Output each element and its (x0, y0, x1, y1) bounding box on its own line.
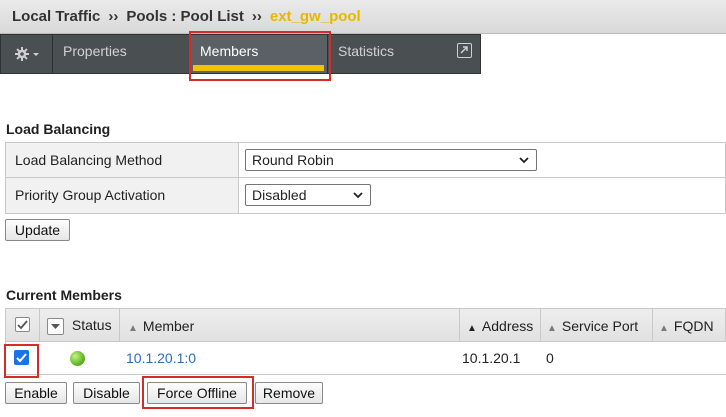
enable-button[interactable]: Enable (5, 382, 67, 404)
sort-icon: ▲ (659, 323, 669, 334)
load-balancing-heading: Load Balancing (6, 121, 111, 137)
highlight-row-checkbox (4, 344, 39, 378)
disable-button[interactable]: Disable (73, 382, 140, 404)
status-cell (70, 342, 110, 375)
breadcrumb: Local Traffic ›› Pools : Pool List ›› ex… (0, 0, 726, 34)
chevron-down-icon (519, 157, 529, 164)
fqdn-header-label: FQDN (673, 318, 714, 334)
fqdn-header[interactable]: ▲ FQDN (653, 309, 726, 341)
breadcrumb-local-traffic[interactable]: Local Traffic (12, 8, 100, 25)
gear-menu-button[interactable] (1, 35, 53, 73)
priority-group-value: Disabled (252, 187, 307, 203)
member-header-label: Member (142, 318, 195, 334)
priority-group-select[interactable]: Disabled (245, 184, 371, 206)
sort-icon: ▲ (128, 323, 138, 334)
highlight-members-tab (189, 31, 331, 81)
member-link[interactable]: 10.1.20.1:0 (126, 342, 446, 375)
update-button[interactable]: Update (5, 219, 70, 241)
select-all-checkbox[interactable] (15, 317, 30, 332)
address-cell: 10.1.20.1 (462, 350, 521, 366)
status-available-icon (70, 351, 85, 366)
filter-dropdown-icon[interactable] (47, 317, 64, 335)
lb-method-row: Load Balancing Method Round Robin (6, 143, 725, 178)
service-port-header[interactable]: ▲ Service Port (541, 309, 653, 341)
gear-icon (14, 47, 39, 61)
breadcrumb-current-pool: ext_gw_pool (269, 8, 361, 25)
lb-method-value: Round Robin (252, 152, 334, 168)
priority-group-label: Priority Group Activation (6, 178, 239, 213)
service-port-header-label: Service Port (561, 318, 639, 334)
sort-icon: ▲ (547, 323, 557, 334)
lb-method-label: Load Balancing Method (6, 143, 239, 177)
member-header[interactable]: ▲ Member (120, 309, 460, 341)
service-port-cell: 0 (546, 350, 554, 366)
breadcrumb-pool-list[interactable]: Pools : Pool List (126, 8, 244, 25)
remove-button[interactable]: Remove (255, 382, 323, 404)
sort-active-icon: ▲ (467, 323, 477, 334)
popout-icon[interactable] (457, 43, 472, 58)
status-header-label: Status (71, 317, 112, 333)
members-table-header: Status ▲ Member ▲ Address ▲ Service Port ▲ F… (5, 308, 726, 342)
address-header-label: Address (481, 318, 534, 334)
current-members-heading: Current Members (6, 287, 122, 303)
status-header[interactable]: Status (40, 309, 120, 341)
load-balancing-table: Load Balancing Method Round Robin Priori… (5, 142, 726, 214)
tab-properties[interactable]: Properties (53, 35, 190, 73)
highlight-force-offline (142, 376, 254, 409)
address-header[interactable]: ▲ Address (460, 309, 541, 341)
select-all-cell (6, 309, 40, 341)
table-row: 10.1.20.1:0 10.1.20.1 0 (5, 342, 726, 375)
breadcrumb-separator: ›› (108, 8, 119, 25)
lb-method-select[interactable]: Round Robin (245, 149, 537, 171)
breadcrumb-separator: ›› (251, 8, 262, 25)
priority-group-row: Priority Group Activation Disabled (6, 178, 725, 213)
chevron-down-icon (353, 192, 363, 199)
